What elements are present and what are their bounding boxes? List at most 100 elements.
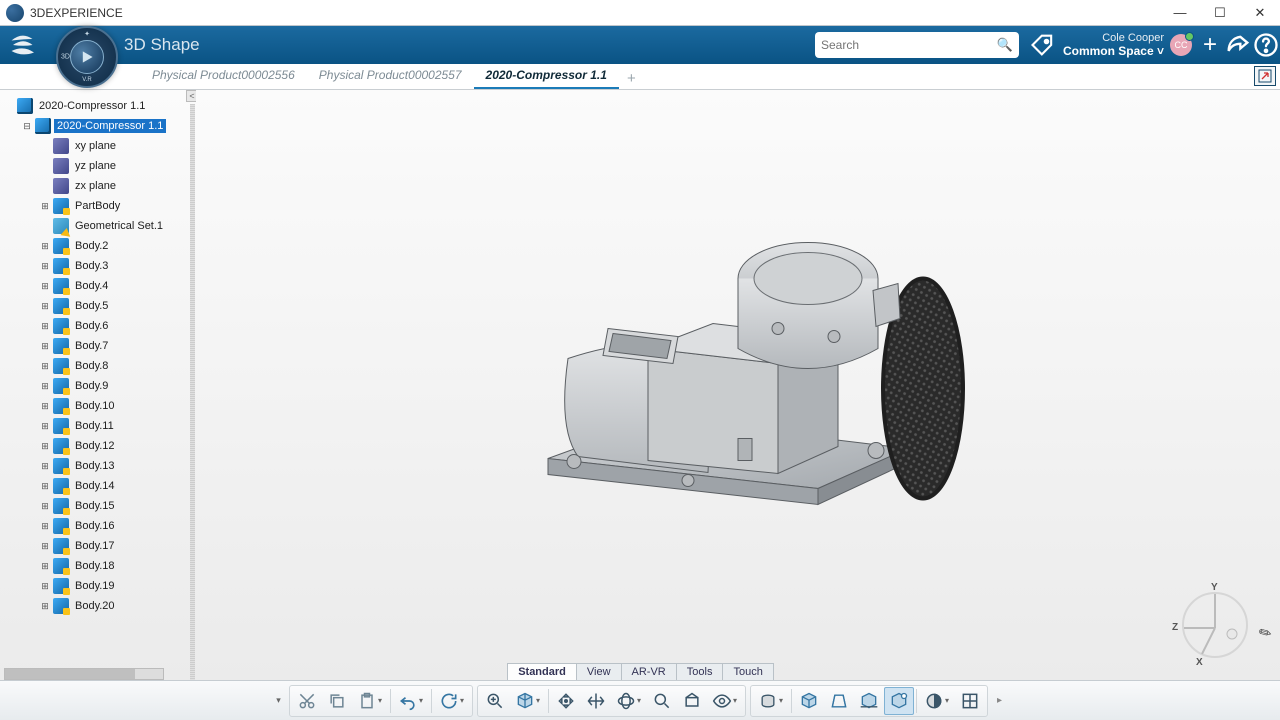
toolbar-more-icon[interactable]: ▸: [990, 687, 1010, 715]
expand-icon[interactable]: ⊞: [40, 201, 50, 212]
tree-node[interactable]: ⊟2020-Compressor 1.1: [4, 116, 196, 136]
tree-node[interactable]: ⊞Body.16: [4, 516, 196, 536]
expand-icon[interactable]: ⊞: [40, 501, 50, 512]
minimize-button[interactable]: —: [1160, 0, 1200, 26]
search-input[interactable]: [821, 38, 997, 52]
tree-node[interactable]: Geometrical Set.1: [4, 216, 196, 236]
toolbar-tab[interactable]: View: [576, 663, 622, 680]
expand-icon[interactable]: ⊞: [40, 321, 50, 332]
expand-icon[interactable]: ⊞: [40, 461, 50, 472]
toolbar-expand-icon[interactable]: ▾: [271, 695, 287, 706]
ground-button[interactable]: [854, 687, 884, 715]
ambience-button[interactable]: [884, 687, 914, 715]
tree-node[interactable]: zx plane: [4, 176, 196, 196]
toolbar-tab[interactable]: Touch: [722, 663, 773, 680]
tag-icon[interactable]: [1029, 31, 1057, 59]
annotation-pen-icon[interactable]: ✎: [1256, 622, 1276, 644]
expand-icon[interactable]: ⊞: [40, 301, 50, 312]
pan-button[interactable]: [581, 687, 611, 715]
expand-icon[interactable]: ⊞: [40, 601, 50, 612]
compass-wheel[interactable]: ✦ V.R 3D: [56, 26, 118, 88]
axis-indicator[interactable]: Y Z X: [1172, 582, 1258, 668]
compass-play-icon[interactable]: [70, 40, 104, 74]
expand-icon[interactable]: ⊞: [40, 481, 50, 492]
tree-node[interactable]: ⊞Body.12: [4, 436, 196, 456]
close-button[interactable]: ✕: [1240, 0, 1280, 26]
tree-node[interactable]: ⊞Body.15: [4, 496, 196, 516]
search-icon[interactable]: 🔍: [997, 37, 1013, 53]
tree-node[interactable]: ⊞Body.20: [4, 596, 196, 616]
document-tab[interactable]: Physical Product00002557: [307, 64, 474, 89]
collapse-icon[interactable]: ⊟: [22, 121, 32, 132]
expand-icon[interactable]: ⊞: [40, 561, 50, 572]
tree-node[interactable]: ⊞Body.6: [4, 316, 196, 336]
avatar[interactable]: CC: [1170, 34, 1192, 56]
maximize-button[interactable]: ☐: [1200, 0, 1240, 26]
tree-node[interactable]: 2020-Compressor 1.1: [4, 96, 196, 116]
expand-icon[interactable]: ⊞: [40, 261, 50, 272]
expand-icon[interactable]: ⊞: [40, 241, 50, 252]
tree-node[interactable]: ⊞Body.7: [4, 336, 196, 356]
expand-icon[interactable]: ⊞: [40, 441, 50, 452]
tree-node[interactable]: ⊞Body.4: [4, 276, 196, 296]
tree-node[interactable]: ⊞Body.19: [4, 576, 196, 596]
expand-icon[interactable]: ⊞: [40, 581, 50, 592]
display-mode-button[interactable]: ▾: [919, 687, 955, 715]
zoom-button[interactable]: [647, 687, 677, 715]
perspective-view-button[interactable]: [824, 687, 854, 715]
tree-node[interactable]: ⊞Body.5: [4, 296, 196, 316]
add-icon[interactable]: +: [1196, 31, 1224, 59]
tree-node[interactable]: ⊞Body.13: [4, 456, 196, 476]
expand-icon[interactable]: ⊞: [40, 421, 50, 432]
expand-icon[interactable]: ⊞: [40, 541, 50, 552]
grid-button[interactable]: [955, 687, 985, 715]
ds-logo-icon[interactable]: [4, 27, 40, 63]
toolbar-tab[interactable]: Standard: [507, 663, 577, 680]
expand-icon[interactable]: ⊞: [40, 341, 50, 352]
expand-icon[interactable]: ⊞: [40, 401, 50, 412]
tree-node[interactable]: yz plane: [4, 156, 196, 176]
fit-all-button[interactable]: [480, 687, 510, 715]
tree-node[interactable]: ⊞Body.9: [4, 376, 196, 396]
look-at-button[interactable]: [677, 687, 707, 715]
expand-icon[interactable]: ⊞: [40, 521, 50, 532]
tree-node[interactable]: xy plane: [4, 136, 196, 156]
tree-node[interactable]: ⊞Body.17: [4, 536, 196, 556]
update-button[interactable]: ▾: [434, 687, 470, 715]
rotate-button[interactable]: ▾: [611, 687, 647, 715]
visibility-button[interactable]: ▾: [707, 687, 743, 715]
compressor-model[interactable]: [478, 179, 998, 544]
document-tab[interactable]: Physical Product00002556: [140, 64, 307, 89]
user-block[interactable]: Cole Cooper Common Space ˅: [1063, 32, 1164, 58]
share-icon[interactable]: [1224, 31, 1252, 59]
3d-viewport[interactable]: Y Z X ✎: [196, 90, 1280, 680]
tree-collapse-arrow-icon[interactable]: <: [186, 90, 196, 102]
copy-button[interactable]: [322, 687, 352, 715]
tree-node[interactable]: ⊞PartBody: [4, 196, 196, 216]
tree-node[interactable]: ⊞Body.14: [4, 476, 196, 496]
paste-button[interactable]: ▾: [352, 687, 388, 715]
recenter-button[interactable]: [551, 687, 581, 715]
document-tab[interactable]: 2020-Compressor 1.1: [474, 64, 619, 89]
help-icon[interactable]: [1252, 31, 1280, 59]
collapse-panel-icon[interactable]: [1254, 66, 1276, 86]
toolbar-tab[interactable]: AR-VR: [621, 663, 677, 680]
expand-icon[interactable]: ⊞: [40, 281, 50, 292]
tree-node[interactable]: ⊞Body.3: [4, 256, 196, 276]
tree-resize-handle[interactable]: <: [188, 90, 196, 680]
toolbar-tab[interactable]: Tools: [676, 663, 724, 680]
search-box[interactable]: 🔍: [815, 32, 1019, 58]
tree-node[interactable]: ⊞Body.2: [4, 236, 196, 256]
add-tab-button[interactable]: +: [619, 68, 644, 89]
expand-icon[interactable]: ⊞: [40, 381, 50, 392]
tree-node[interactable]: ⊞Body.11: [4, 416, 196, 436]
expand-icon[interactable]: ⊞: [40, 361, 50, 372]
isometric-view-button[interactable]: ▾: [510, 687, 546, 715]
undo-button[interactable]: ▾: [393, 687, 429, 715]
tree-node[interactable]: ⊞Body.18: [4, 556, 196, 576]
render-style-button[interactable]: ▾: [753, 687, 789, 715]
cut-button[interactable]: [292, 687, 322, 715]
feature-tree[interactable]: 2020-Compressor 1.1⊟2020-Compressor 1.1x…: [0, 90, 196, 666]
parallel-view-button[interactable]: [794, 687, 824, 715]
tree-node[interactable]: ⊞Body.8: [4, 356, 196, 376]
